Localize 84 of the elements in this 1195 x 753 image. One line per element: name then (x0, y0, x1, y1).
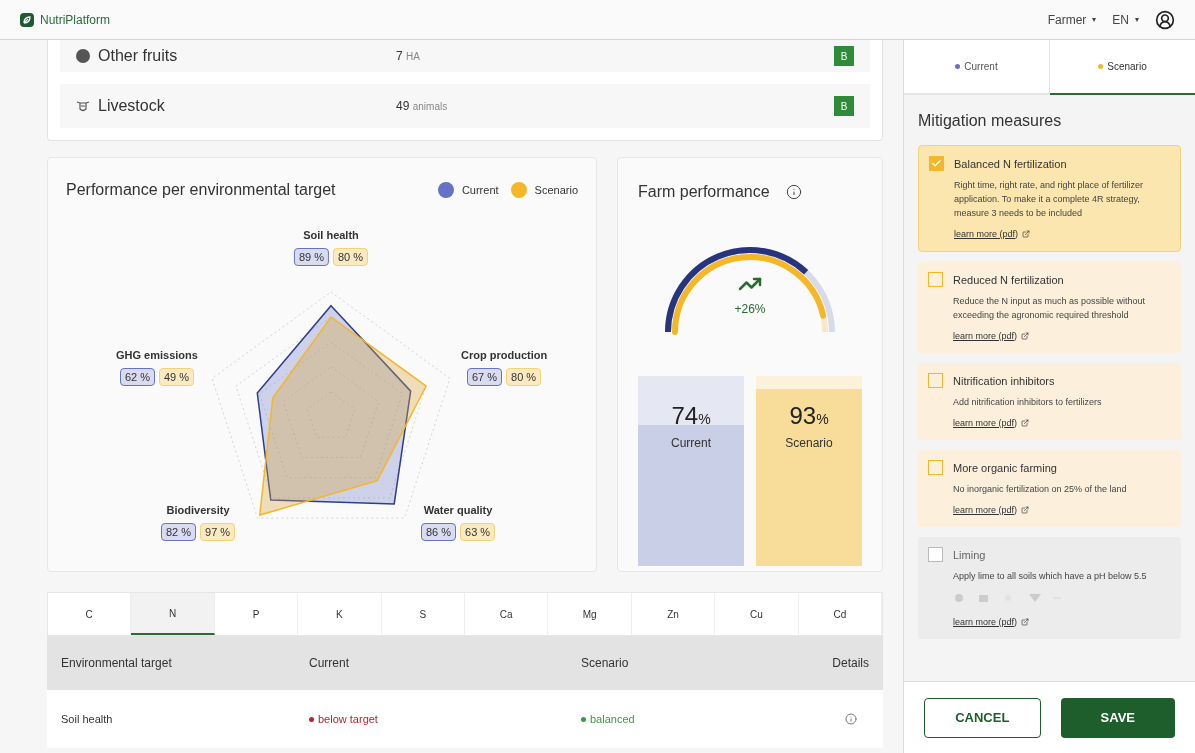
nutrient-tab[interactable]: P (214, 593, 299, 635)
status-text: below target (318, 711, 378, 727)
axis-label: Water quality (423, 503, 493, 518)
dropdown-menu[interactable]: Farmer ▾ (1047, 10, 1097, 29)
card-title: Performance per environmental target (66, 180, 336, 200)
cow-icon (76, 99, 90, 113)
table-cell-text: Soil health (61, 711, 114, 727)
cancel-button[interactable]: CANCEL (924, 697, 1041, 738)
axis-label: Crop production (461, 348, 548, 363)
learn-more-link[interactable]: learn more (pdf) (953, 503, 1127, 517)
performance-label: Current (671, 435, 711, 452)
nutrient-tab[interactable]: K (298, 593, 382, 635)
current-value-badge: 86 % (421, 522, 457, 541)
dropdown-menu[interactable]: EN ▾ (1112, 10, 1139, 29)
measure-title: More organic farming (953, 461, 1058, 476)
amount: 49 animals (396, 98, 448, 115)
current-value-badge: 62 % (119, 367, 155, 386)
column-header: Scenario (581, 655, 630, 672)
legend-label: Current (461, 182, 499, 198)
legend-label: Scenario (534, 182, 578, 198)
nutrient-tab[interactable]: Mg (548, 593, 632, 635)
learn-more-link[interactable]: learn more (pdf) (953, 416, 1102, 430)
checkbox[interactable] (929, 156, 944, 171)
column-header: Environmental target (61, 655, 173, 672)
measure-description: Right time, right rate, and right place of fertilizer application. To make it a complete 4R strategy, measure 3 needs to be included (954, 178, 1145, 220)
panel-title: Mitigation measures (918, 111, 1063, 131)
nutrient-tab[interactable]: N (131, 593, 215, 635)
measure-title: Reduced N fertilization (953, 273, 1065, 288)
current-value-badge: 67 % (467, 367, 503, 386)
category-name: Livestock (98, 96, 165, 116)
card-title: Farm performance (638, 182, 770, 202)
column-header: Current (309, 655, 350, 672)
column-header: Details (832, 655, 869, 672)
scenario-value-badge: 80 % (506, 367, 542, 386)
nutrient-tab[interactable]: Zn (631, 593, 716, 635)
land-use-row[interactable]: Livestock 49 animals B (60, 84, 870, 128)
change-value: +26% (734, 301, 766, 318)
nutrient-tab[interactable]: Cd (798, 593, 883, 635)
current-value-badge: 82 % (161, 522, 197, 541)
performance-label: Scenario (785, 435, 833, 452)
learn-more-link[interactable]: learn more (pdf) (953, 329, 1171, 343)
measure-description: Apply lime to all soils which have a pH below 5.5 (953, 569, 1147, 583)
measure-title: Balanced N fertilization (954, 157, 1068, 172)
land-use-row[interactable]: Other fruits 7 HA B (60, 40, 870, 72)
nutrient-tab[interactable]: Ca (465, 593, 549, 635)
scenario-value-badge: 80 % (333, 247, 369, 266)
external-link-icon (1021, 618, 1030, 627)
axis-label: GHG emissions (116, 348, 198, 363)
measure-title: Liming (953, 548, 987, 563)
external-link-icon (1022, 230, 1031, 239)
learn-more-link[interactable]: learn more (pdf) (954, 227, 1170, 241)
axis-label: Soil health (303, 228, 359, 243)
measure-description: Reduce the N input as much as possible without exceeding the agronomic required threshold (953, 294, 1147, 322)
grade-badge: B (834, 96, 854, 116)
axis-label: Biodiversity (166, 503, 230, 518)
checkbox[interactable] (928, 373, 943, 388)
category-name: Other fruits (98, 46, 178, 66)
scenario-value-badge: 97 % (200, 522, 236, 541)
nutrient-tab[interactable]: S (381, 593, 466, 635)
performance-value: 93% (789, 401, 829, 431)
brand-name: NutriPlatform (40, 11, 110, 29)
scenario-value-badge: 63 % (460, 522, 496, 541)
scenario-value-badge: 49 % (158, 367, 195, 386)
panel-tab[interactable]: Scenario (1050, 40, 1195, 95)
amount: 7 HA (396, 48, 420, 65)
checkbox[interactable] (928, 460, 943, 475)
check-icon (931, 158, 942, 169)
status-text: balanced (590, 711, 635, 727)
panel-tab[interactable]: Current (904, 40, 1050, 95)
info-icon[interactable] (785, 184, 802, 200)
external-link-icon (1021, 506, 1030, 515)
leaf-logo-icon (20, 12, 34, 27)
save-button[interactable]: SAVE (1060, 697, 1175, 738)
measure-description: No inorganic fertilization on 25% of the land (953, 482, 1127, 496)
nutrient-tab[interactable]: Cu (715, 593, 799, 635)
measure-title: Nitrification inhibitors (953, 374, 1056, 389)
measure-description: Add nitrification inhibitors to fertilizers (953, 395, 1102, 409)
performance-value: 74% (671, 401, 711, 431)
external-link-icon (1021, 332, 1030, 341)
grade-badge: B (834, 46, 854, 66)
external-link-icon (1021, 419, 1030, 428)
current-value-badge: 89 % (293, 247, 329, 266)
checkbox[interactable] (928, 272, 943, 287)
user-account-icon[interactable] (1155, 9, 1175, 30)
